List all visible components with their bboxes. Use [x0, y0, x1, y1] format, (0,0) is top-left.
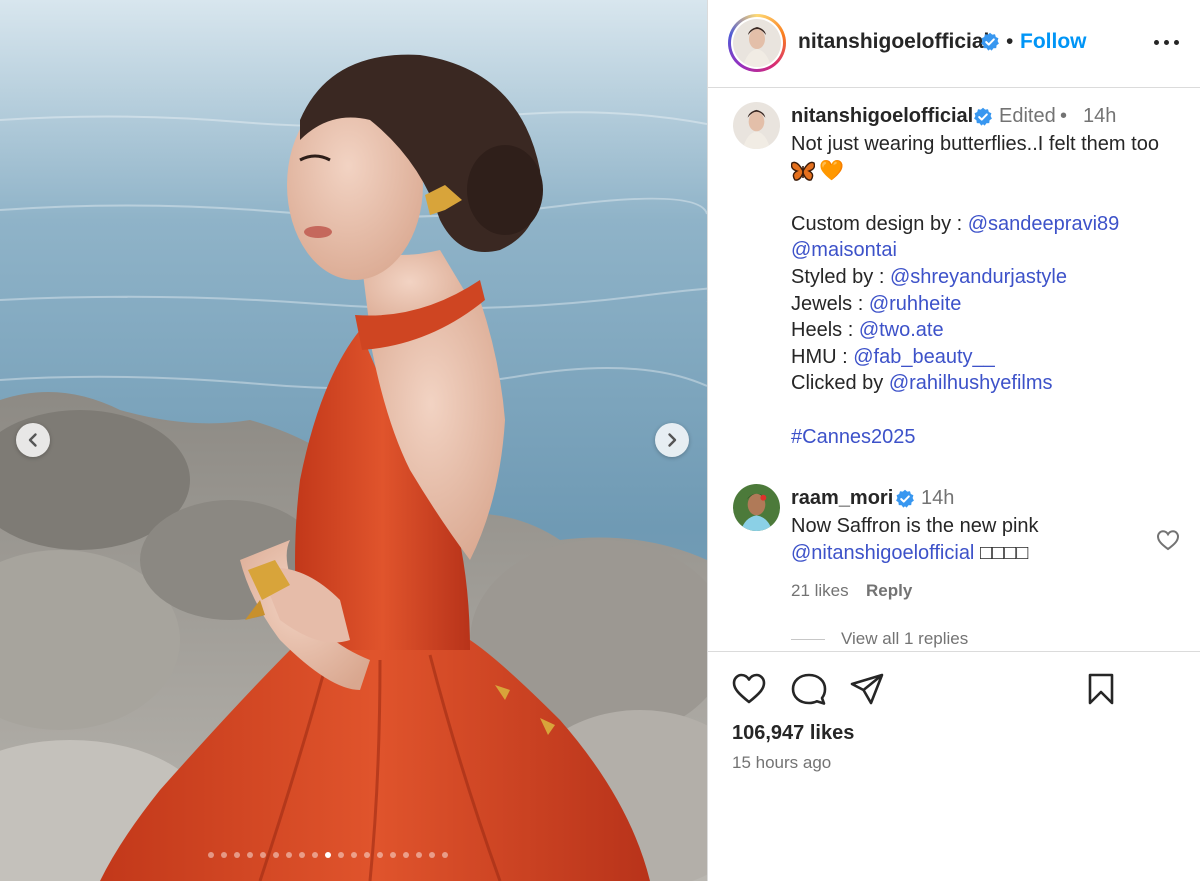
- caption-line: HMU : @fab_beauty__: [791, 345, 995, 368]
- caption-line: Heels : @two.ate: [791, 319, 944, 342]
- verified-badge-icon: [896, 489, 914, 508]
- mention-link[interactable]: @fab_beauty__: [853, 346, 995, 368]
- post-timestamp[interactable]: 15 hours ago: [732, 753, 831, 773]
- carousel-dot: [364, 852, 370, 858]
- caption-line: #Cannes2025: [791, 424, 1191, 451]
- carousel-dot: [312, 852, 318, 858]
- reply-button[interactable]: Reply: [866, 581, 912, 601]
- comment-text: Now Saffron is the new pink @nitanshigoe…: [791, 515, 1039, 564]
- carousel-dot: [208, 852, 214, 858]
- caption-timestamp[interactable]: 14h: [1083, 105, 1116, 128]
- post-media[interactable]: [0, 0, 707, 881]
- carousel-dot: [429, 852, 435, 858]
- carousel-dot: [403, 852, 409, 858]
- follow-button[interactable]: Follow: [1020, 30, 1087, 54]
- post-side-panel: nitanshigoelofficial • Follow nitanshigo…: [707, 0, 1200, 881]
- carousel-dot: [260, 852, 266, 858]
- comment-timestamp[interactable]: 14h: [921, 487, 954, 510]
- caption-text: Not just wearing butterflies..I felt the…: [791, 131, 1191, 450]
- mention-link[interactable]: @sandeepravi89: [968, 213, 1120, 235]
- carousel-dot: [325, 852, 331, 858]
- carousel-dot: [377, 852, 383, 858]
- chevron-left-icon: [28, 433, 37, 447]
- more-options-icon: [1153, 39, 1159, 45]
- carousel-dot: [286, 852, 292, 858]
- mention-link[interactable]: @ruhheite: [869, 293, 962, 315]
- carousel-indicator: [208, 852, 448, 858]
- caption-separator: •: [1060, 105, 1068, 127]
- carousel-dot: [221, 852, 227, 858]
- carousel-prev-button[interactable]: [16, 423, 50, 457]
- profile-avatar: [733, 19, 781, 67]
- view-replies-button[interactable]: View all 1 replies: [791, 629, 968, 649]
- paper-plane-icon[interactable]: [849, 672, 885, 706]
- carousel-dot: [234, 852, 240, 858]
- caption-line: @maisontai: [791, 237, 1191, 264]
- post-actions: 106,947 likes 15 hours ago: [708, 651, 1200, 881]
- mention-link[interactable]: @shreyandurjastyle: [890, 266, 1067, 288]
- carousel-dot: [273, 852, 279, 858]
- verified-badge-icon: [981, 32, 999, 51]
- bookmark-icon[interactable]: [1086, 672, 1116, 706]
- carousel-dot: [299, 852, 305, 858]
- caption-line: Jewels : @ruhheite: [791, 292, 962, 315]
- carousel-dot: [390, 852, 396, 858]
- butterfly-emoji-icon: [791, 161, 815, 182]
- edited-label: Edited: [999, 105, 1056, 127]
- comment-glyphs: □□□□: [979, 542, 1029, 564]
- carousel-dot: [247, 852, 253, 858]
- comment-likes[interactable]: 21 likes: [791, 581, 849, 601]
- comment-like-icon[interactable]: [1156, 529, 1180, 551]
- header-separator: •: [1006, 30, 1014, 53]
- caption-line: Not just wearing butterflies..I felt the…: [791, 133, 1159, 155]
- replies-divider: [791, 638, 825, 640]
- caption-username[interactable]: nitanshigoelofficial: [791, 105, 973, 128]
- comments-list[interactable]: nitanshigoelofficial Edited • 14h Not ju…: [708, 89, 1200, 649]
- carousel-dot: [338, 852, 344, 858]
- caption-line: Clicked by @rahilhushyefilms: [791, 372, 1053, 395]
- caption-line: Styled by : @shreyandurjastyle: [791, 265, 1067, 288]
- mention-link[interactable]: @maisontai: [791, 239, 897, 261]
- comment-bubble-icon[interactable]: [791, 672, 827, 706]
- carousel-dot: [442, 852, 448, 858]
- comment-avatar[interactable]: [733, 484, 780, 531]
- post-header: nitanshigoelofficial • Follow: [708, 0, 1200, 88]
- chevron-right-icon: [668, 433, 677, 447]
- mention-link[interactable]: @rahilhushyefilms: [889, 372, 1053, 394]
- post-photo: [0, 0, 707, 881]
- verified-badge-icon: [974, 107, 992, 126]
- caption-line: Custom design by : @sandeepravi89: [791, 212, 1120, 235]
- mention-link[interactable]: @nitanshigoelofficial: [791, 542, 974, 564]
- heart-emoji: 🧡: [819, 159, 844, 182]
- hashtag-link[interactable]: #Cannes2025: [791, 426, 916, 448]
- carousel-next-button[interactable]: [655, 423, 689, 457]
- post-likes-count[interactable]: 106,947 likes: [732, 722, 854, 745]
- header-username[interactable]: nitanshigoelofficial: [798, 30, 989, 54]
- story-ring[interactable]: [728, 14, 786, 72]
- carousel-dot: [351, 852, 357, 858]
- more-options-button[interactable]: [1148, 30, 1184, 54]
- caption-avatar[interactable]: [733, 102, 780, 149]
- carousel-dot: [416, 852, 422, 858]
- heart-icon[interactable]: [731, 672, 767, 705]
- comment-username[interactable]: raam_mori: [791, 487, 893, 510]
- mention-link[interactable]: @two.ate: [859, 319, 944, 341]
- caption-emoji-line: 🧡: [791, 158, 1191, 185]
